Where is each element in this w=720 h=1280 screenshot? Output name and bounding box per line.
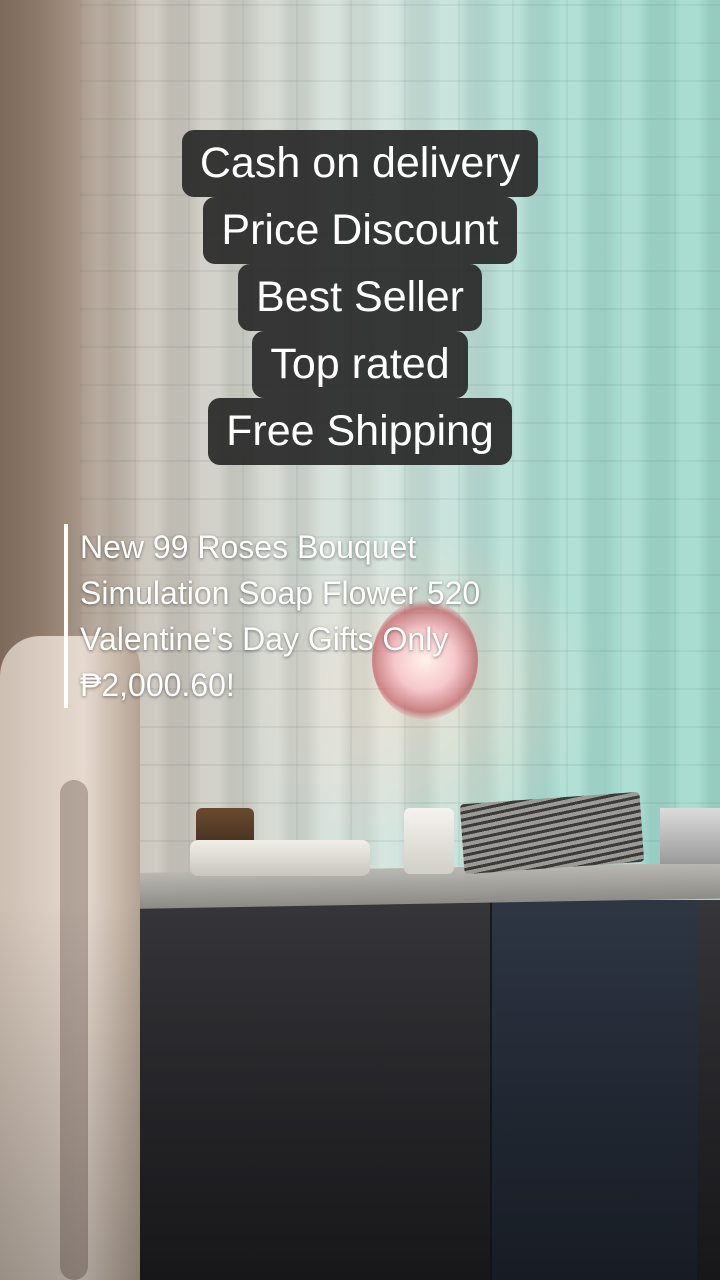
badge-free-shipping: Free Shipping [208, 398, 512, 465]
badge-price-discount: Price Discount [203, 197, 517, 264]
product-caption: New 99 Roses Bouquet Simulation Soap Flo… [64, 524, 640, 708]
floor-shade [0, 900, 720, 1280]
desk-tray [190, 840, 370, 876]
video-frame: Cash on delivery Price Discount Best Sel… [0, 0, 720, 1280]
badge-top-rated: Top rated [252, 331, 468, 398]
caption-price: ₱2,000.60! [80, 667, 235, 703]
desk-papers [459, 791, 645, 875]
caption-line: Valentine's Day Gifts Only [80, 621, 449, 657]
caption-line: New 99 Roses Bouquet [80, 529, 417, 565]
caption-line: Simulation Soap Flower 520 [80, 575, 481, 611]
desk-box [660, 808, 720, 864]
badge-cash-on-delivery: Cash on delivery [181, 130, 539, 197]
desk-cup [404, 808, 454, 874]
badge-best-seller: Best Seller [238, 264, 482, 331]
feature-badges: Cash on delivery Price Discount Best Sel… [0, 130, 720, 465]
